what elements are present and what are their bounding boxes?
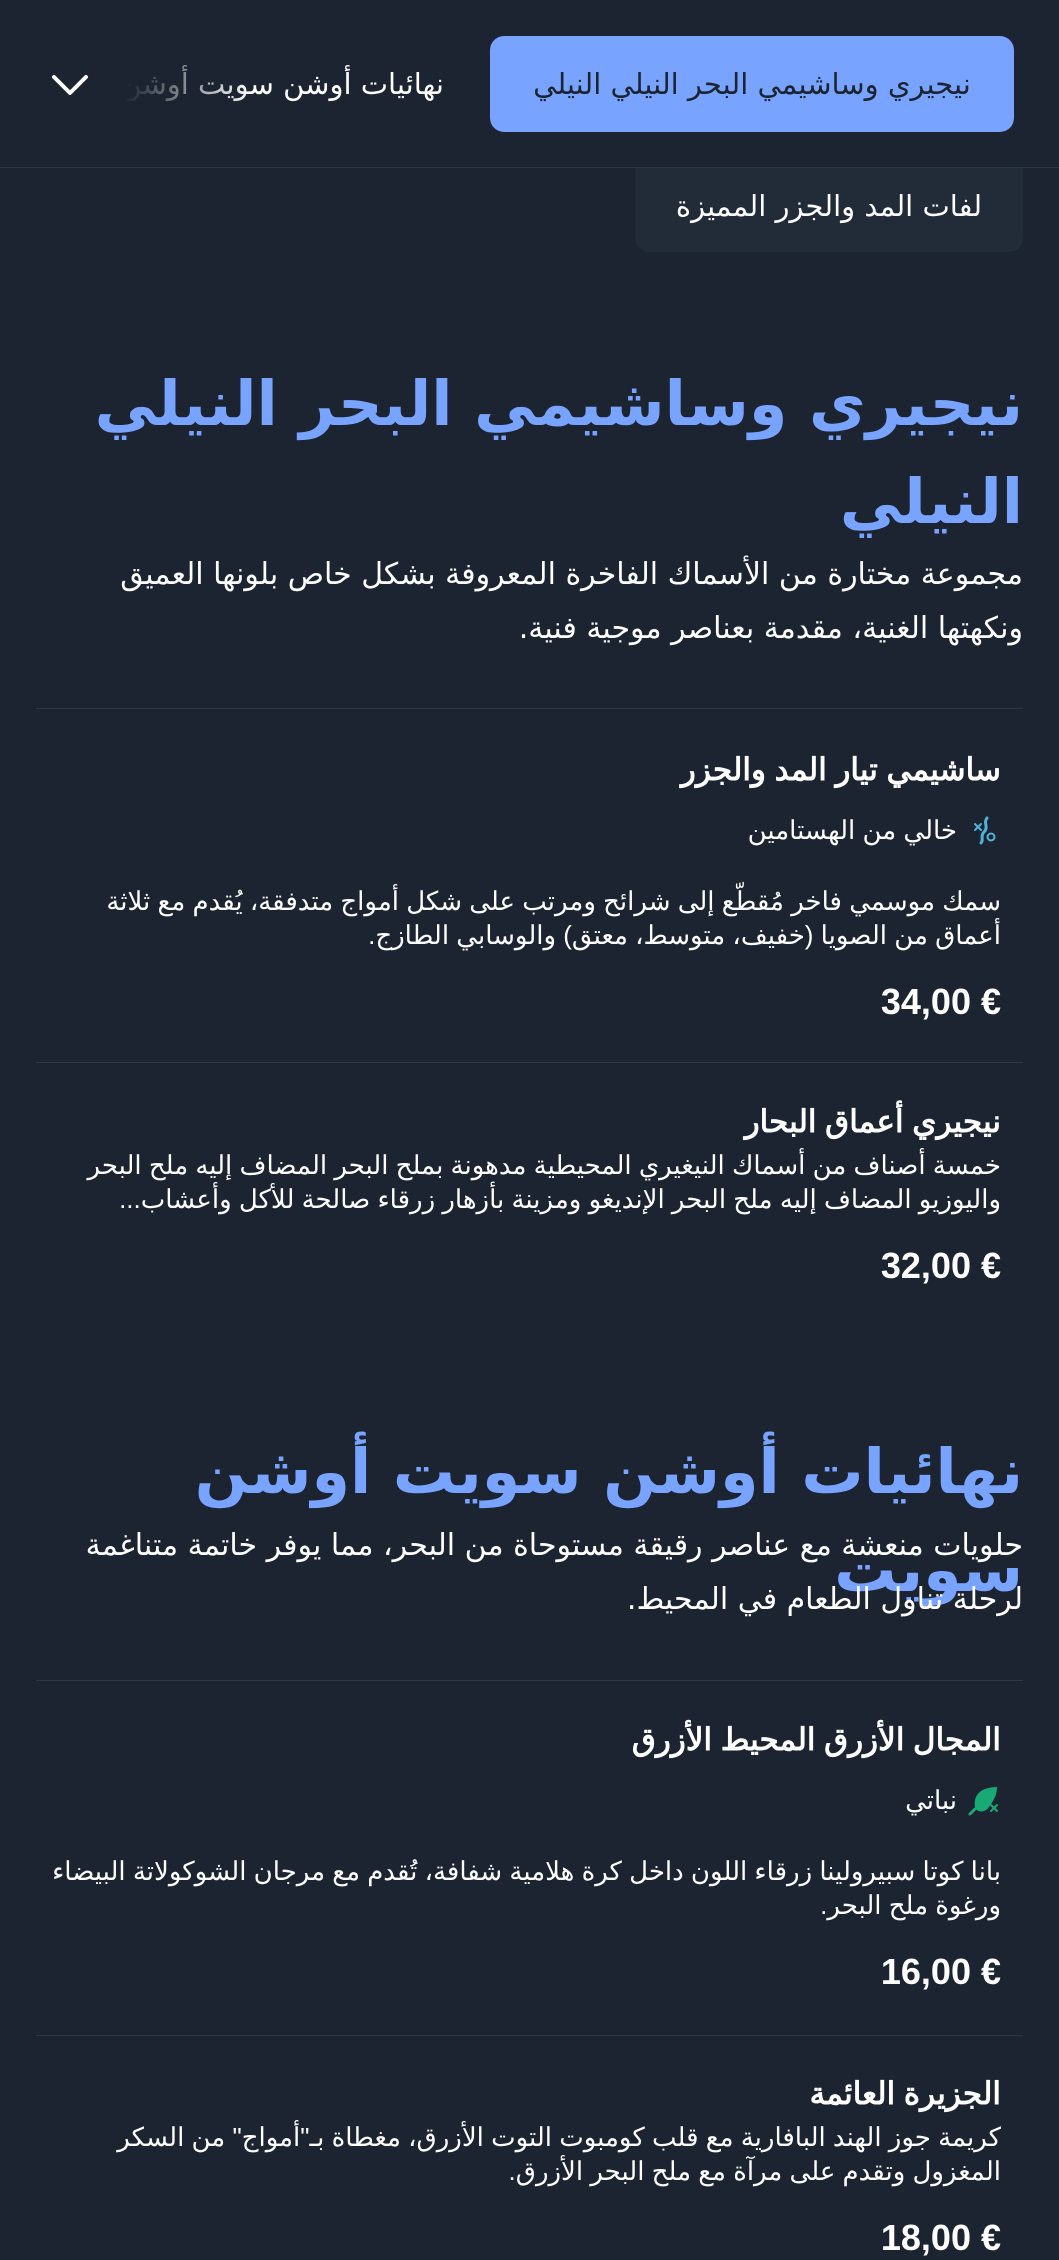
menu-item-name: المجال الأزرق المحيط الأزرق (631, 1722, 1001, 1757)
menu-item-description: سمك موسمي فاخر مُقطّع إلى شرائح ومرتب عل… (106, 886, 1001, 950)
section-description: حلويات منعشة مع عناصر رقيقة مستوحاة من ا… (85, 1528, 1023, 1617)
histamine-free-icon (967, 813, 1001, 847)
menu-item-price: 32,00 € (880, 1245, 1001, 1286)
dietary-tag: خالي من الهستامين (51, 812, 1001, 848)
menu-item[interactable]: نيجيري أعماق البحار خمسة أصناف من أسماك … (51, 1100, 1001, 1288)
dietary-tag: نباتي (51, 1782, 1001, 1818)
menu-item-description: بانا كوتا سبيرولينا زرقاء اللون داخل كرة… (52, 1856, 1001, 1920)
menu-item-price: 34,00 € (880, 981, 1001, 1022)
menu-item-description: خمسة أصناف من أسماك النيغيري المحيطية مد… (87, 1150, 1001, 1214)
subcategory-tab[interactable]: لفات المد والجزر المميزة (635, 160, 1023, 252)
menu-item-description: كريمة جوز الهند البافارية مع قلب كومبوت … (117, 2122, 1001, 2186)
divider (36, 708, 1023, 709)
category-tab-active-label: نيجيري وساشيمي البحر النيلي النيلي (533, 67, 971, 101)
divider (36, 1062, 1023, 1063)
category-nav-bar: نيجيري وساشيمي البحر النيلي النيلي نهائي… (0, 0, 1059, 168)
dietary-tag-label: نباتي (905, 1785, 957, 1815)
expand-categories-button[interactable] (40, 55, 100, 115)
chevron-down-icon (52, 75, 88, 95)
category-tab-active[interactable]: نيجيري وساشيمي البحر النيلي النيلي (490, 36, 1014, 132)
dietary-tag-label: خالي من الهستامين (747, 815, 957, 845)
vegan-leaf-icon (967, 1783, 1001, 1817)
menu-item-price: 16,00 € (880, 1951, 1001, 1992)
subcategory-tab-label: لفات المد والجزر المميزة (675, 189, 983, 223)
menu-item-name: الجزيرة العائمة (809, 2076, 1001, 2111)
category-tab-next-label: نهائيات أوشن سويت أوشن سويت (124, 67, 444, 101)
category-tab-next[interactable]: نهائيات أوشن سويت أوشن سويت (124, 36, 444, 132)
menu-item[interactable]: المجال الأزرق المحيط الأزرق نباتي بانا ك… (51, 1718, 1001, 1994)
menu-item-name: نيجيري أعماق البحار (744, 1104, 1001, 1139)
section-title: نيجيري وساشيمي البحر النيلي النيلي (94, 367, 1023, 538)
menu-item-price: 18,00 € (880, 2217, 1001, 2258)
divider (36, 1680, 1023, 1681)
divider (36, 2035, 1023, 2036)
menu-item[interactable]: ساشيمي تيار المد والجزر خالي من الهستامي… (51, 748, 1001, 1024)
menu-item-name: ساشيمي تيار المد والجزر (680, 752, 1001, 787)
section-description: مجموعة مختارة من الأسماك الفاخرة المعروف… (120, 557, 1023, 646)
menu-item[interactable]: الجزيرة العائمة كريمة جوز الهند البافاري… (51, 2072, 1001, 2260)
